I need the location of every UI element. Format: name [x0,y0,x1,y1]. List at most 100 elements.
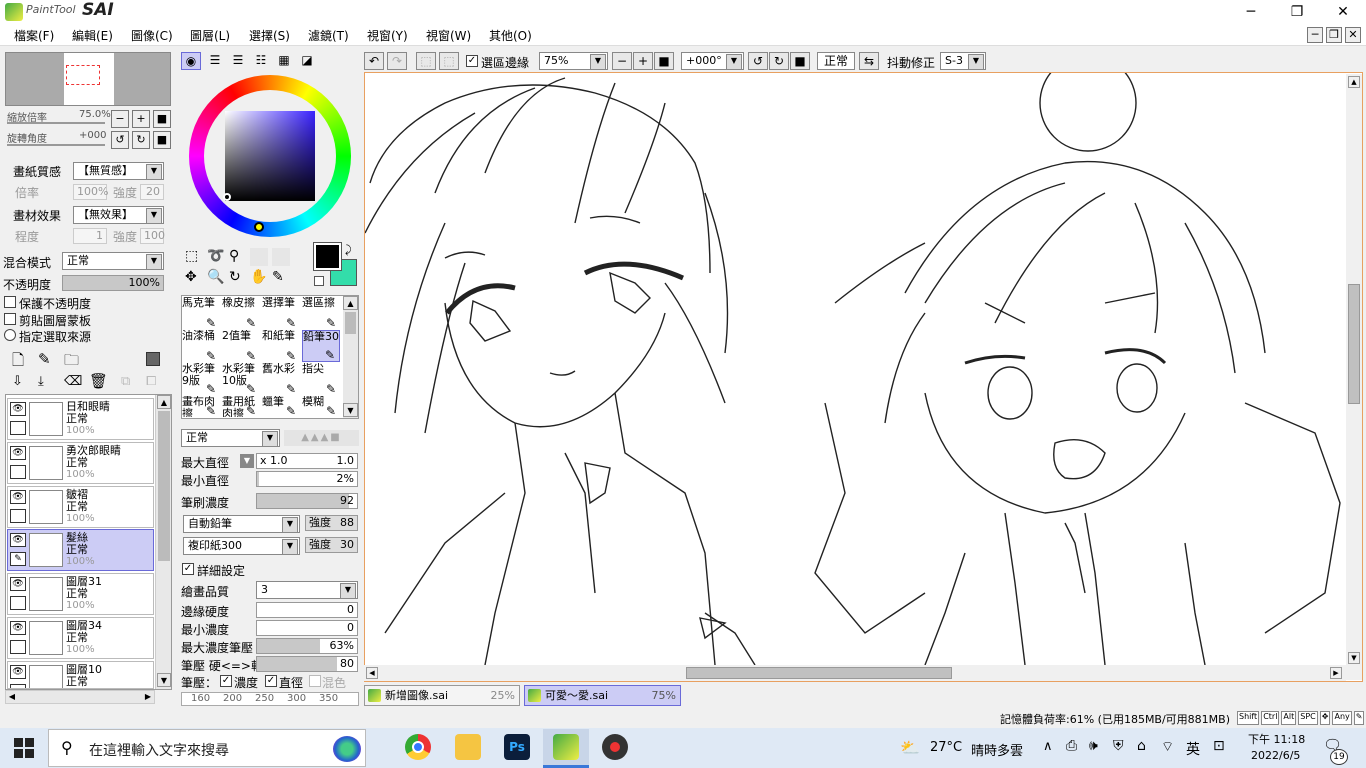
brush-scroll-thumb[interactable] [345,312,356,334]
brush-texture-select[interactable]: 複印紙300 [183,537,300,555]
angle-select[interactable]: +000° [681,52,744,70]
doc-restore-button[interactable]: ❐ [1326,27,1342,43]
size-preset[interactable]: 250 [255,693,274,704]
advanced-settings-checkbox[interactable]: ✓ [182,563,194,575]
saturation-value-square[interactable] [225,111,315,201]
pen-icon[interactable]: ✎ [10,552,26,566]
hand-icon[interactable]: ✋ [250,269,267,285]
paper-texture-select[interactable]: 【無質感】 [73,162,164,180]
maximize-button[interactable]: ❐ [1274,0,1320,24]
menu-canvas[interactable]: 圖像(C) [131,27,173,44]
size-preset[interactable]: 300 [287,693,306,704]
pressure-size-checkbox[interactable]: ✓ [265,675,277,687]
clock-date[interactable]: 2022/6/5 [1251,749,1300,762]
paper-effect-select[interactable]: 【無效果】 [73,206,164,224]
brush-slot[interactable]: 水彩筆9版 ✎ [182,363,220,395]
brush-slot[interactable]: 2值筆 ✎ [222,330,260,362]
doc-tab[interactable]: 新增圖像.sai 25% [364,685,520,706]
tray-chevron-icon[interactable]: ∧ [1043,739,1053,754]
size-multiplier-icon[interactable]: ▼ [240,454,254,468]
eye-icon[interactable]: 👁 [10,533,26,547]
max-size-field[interactable]: x 1.0 1.0 [256,453,358,469]
toolbar-rotate-left-button[interactable]: ↺ [748,52,768,70]
menu-others[interactable]: 其他(O) [489,27,532,44]
brush-slot[interactable]: 指尖 ✎ [302,363,340,395]
color-wheel-tab-icon[interactable]: ◉ [181,52,201,70]
rgb-slider-tab-icon[interactable]: ☰ [205,52,225,70]
clear-layer-icon[interactable]: ⌫ [64,374,82,389]
layer-item[interactable]: 👁 圖層31 正常 100% [7,573,154,615]
brush-slot[interactable]: 選擇筆 ✎ [262,297,300,329]
primary-color-swatch[interactable] [313,242,342,271]
stabilizer-select[interactable]: S-3 [940,52,986,70]
layer-lock-box[interactable] [10,640,26,654]
security-icon[interactable]: ⛨ [1113,738,1124,754]
layer-lock-box[interactable] [10,684,26,688]
photoshop-icon[interactable]: Ps [504,734,530,760]
layer-item[interactable]: 👁 日和眼睛 正常 100% [7,398,154,440]
layer-item[interactable]: 👁 勇次郎眼睛 正常 100% [7,442,154,484]
hue-marker[interactable] [254,222,264,232]
hsv-slider-tab-icon[interactable]: ☰ [228,52,248,70]
menu-filter[interactable]: 濾鏡(T) [308,27,349,44]
flip-canvas-button[interactable]: ⇆ [859,52,879,70]
eye-icon[interactable]: 👁 [10,402,26,416]
toolbar-rotate-reset-button[interactable]: ■ [790,52,810,70]
toolbar-zoom-in-button[interactable]: + [633,52,653,70]
zoom-reset-button[interactable]: ■ [153,110,171,128]
rotate-reset-button[interactable]: ■ [153,131,171,149]
density-slider[interactable]: 92 [256,493,358,509]
selection-source-radio[interactable] [4,329,16,341]
brush-slot[interactable]: 水彩筆10版 ✎ [222,363,260,395]
doc-tab-active[interactable]: 可愛～愛.sai 75% [524,685,681,706]
shape-strength-field[interactable]: 強度 88 [305,515,358,531]
brush-slot[interactable]: 畫布肉擦 ✎ [182,396,220,417]
menu-view[interactable]: 視窗(Y) [367,27,408,44]
taskbar-search[interactable]: ⚲ 在這裡輸入文字來搜尋 [48,729,366,767]
zoom-in-button[interactable]: + [132,110,150,128]
doc-close-button[interactable]: ✕ [1345,27,1361,43]
scratchpad-tab-icon[interactable]: ◪ [297,52,317,70]
merge-down-icon[interactable]: ⤓ [38,374,44,389]
new-linework-layer-icon[interactable]: ✎ [38,350,51,368]
redo-button[interactable]: ↷ [387,52,407,70]
brush-shape-icons[interactable]: ▲▲▲■ [284,430,359,446]
size-preset[interactable]: 160 [191,693,210,704]
brush-slot[interactable]: 鉛筆30 ✎ [302,330,340,362]
chrome-icon[interactable] [405,734,431,760]
eye-icon[interactable]: 👁 [10,446,26,460]
layer-scroll-thumb[interactable] [158,411,170,561]
meet-now-icon[interactable]: ⎙ [1066,738,1077,754]
layer-lock-box[interactable] [10,465,26,479]
eye-icon[interactable]: 👁 [10,490,26,504]
zoom-slider[interactable] [7,122,105,124]
toolbar-zoom-out-button[interactable]: − [612,52,632,70]
new-layer-icon[interactable]: 🗋 [12,350,24,375]
swatches-tab-icon[interactable]: ☷ [251,52,271,70]
move-icon[interactable]: ✥ [185,269,197,285]
delete-layer-icon[interactable]: 🗑 [89,372,108,390]
zoom-out-button[interactable]: − [111,110,129,128]
toolbar-zoom-reset-button[interactable]: ■ [654,52,674,70]
ime-indicator[interactable]: 英 [1186,739,1200,759]
blend-mode-select[interactable]: 正常 [62,252,164,270]
rect-select-icon[interactable]: ⬚ [185,248,198,264]
clip-group-checkbox[interactable] [4,313,16,325]
texture-strength-field[interactable]: 強度 30 [305,537,358,553]
brush-slot[interactable]: 橡皮擦 ✎ [222,297,260,329]
menu-edit[interactable]: 編輯(E) [72,27,113,44]
network-icon[interactable]: ⌂ [1137,738,1146,754]
max-pressure-slider[interactable]: 63% [256,638,358,654]
brush-slot[interactable]: 模糊 ✎ [302,396,340,417]
preserve-opacity-checkbox[interactable] [4,296,16,308]
canvas-vscrollbar[interactable]: ▲ ▼ [1346,74,1362,680]
brush-slot[interactable]: 畫用紙肉擦 ✎ [222,396,260,417]
layer-item[interactable]: 👁 圖層10 正常 [7,661,154,689]
brush-slot[interactable]: 油漆桶 ✎ [182,330,220,362]
layer-scrollbar[interactable]: ▲ ▼ [155,395,171,689]
clock-time[interactable]: 下午 11:18 [1248,731,1305,747]
layer-lock-box[interactable] [10,421,26,435]
view-mode-button[interactable]: 正常 [817,52,855,70]
menu-layer[interactable]: 圖層(L) [190,27,230,44]
layer-item-selected[interactable]: 👁 ✎ 髮絲 正常 100% [7,529,154,571]
